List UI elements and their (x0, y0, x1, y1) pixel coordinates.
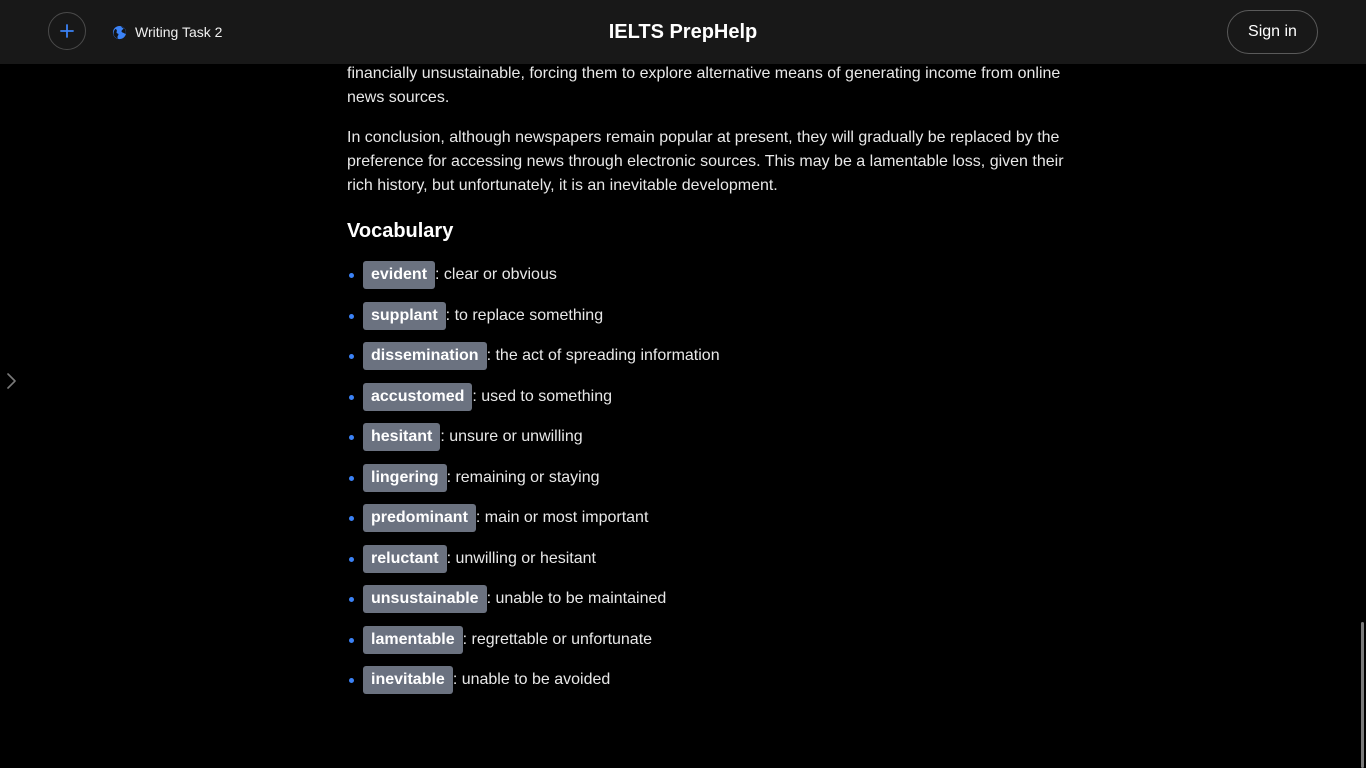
bullet-icon (349, 597, 354, 602)
bullet-icon (349, 435, 354, 440)
vocab-term: reluctant (363, 544, 447, 573)
vocab-item: predominant : main or most important (347, 504, 1072, 532)
bullet-icon (349, 394, 354, 400)
vocab-definition: : regrettable or unfortunate (462, 630, 653, 648)
paragraph-partial: financially unsustainable, forcing them … (347, 65, 1061, 106)
globe-icon (112, 25, 127, 39)
vocab-definition: : unwilling or hesitant (446, 549, 596, 567)
bullet-icon (349, 354, 354, 359)
vocab-item: lamentable : regrettable or unfortunate (347, 625, 1072, 654)
vocab-term: inevitable (363, 666, 453, 694)
vocab-item: lingering : remaining or staying (347, 463, 1072, 492)
task-label: Writing Task 2 (135, 24, 223, 40)
vocab-term: predominant (363, 504, 476, 532)
vocab-term: hesitant (363, 423, 441, 451)
bullet-icon (349, 516, 354, 521)
bullet-icon (349, 678, 354, 683)
vocab-term: accustomed (363, 382, 473, 411)
vocab-item: unsustainable : unable to be maintained (347, 585, 1072, 613)
vocab-definition: : clear or obvious (435, 266, 557, 283)
vocabulary-list: evident : clear or obvious supplant : to… (347, 261, 1072, 694)
bullet-icon (349, 313, 354, 319)
sidebar-toggle[interactable] (5, 372, 19, 390)
task-selector[interactable]: Writing Task 2 (112, 22, 222, 42)
vocab-definition: : unable to be maintained (486, 590, 667, 607)
vocab-definition: : unsure or unwilling (440, 428, 583, 445)
vocab-item: dissemination : the act of spreading inf… (347, 342, 1072, 370)
bullet-icon (349, 556, 354, 562)
new-button[interactable] (48, 12, 86, 50)
vocab-term: lingering (363, 463, 447, 492)
chevron-right-icon (7, 373, 16, 389)
bullet-icon (349, 273, 354, 278)
vocab-item: hesitant : unsure or unwilling (347, 423, 1072, 451)
vocab-term: evident (363, 261, 436, 289)
scrollbar-thumb[interactable] (1361, 622, 1364, 768)
vocabulary-heading: Vocabulary (347, 220, 454, 242)
vocab-term: dissemination (363, 342, 487, 370)
plus-icon (60, 24, 74, 38)
vocab-item: reluctant : unwilling or hesitant (347, 544, 1072, 573)
vocab-term: lamentable (363, 625, 463, 654)
vocab-definition: : remaining or staying (446, 468, 600, 486)
vocab-definition: : the act of spreading information (486, 347, 720, 364)
bullet-icon (349, 475, 354, 481)
vocab-definition: : to replace something (445, 306, 604, 324)
article-content: financially unsustainable, forcing them … (347, 62, 1072, 707)
vocab-item: supplant : to replace something (347, 301, 1072, 330)
vocab-definition: : used to something (472, 387, 613, 405)
vocab-definition: : main or most important (475, 509, 649, 526)
vocab-term: supplant (363, 301, 446, 330)
conclusion-paragraph: In conclusion, although newspapers remai… (347, 129, 1064, 194)
vocab-definition: : unable to be avoided (452, 671, 611, 688)
vocab-term: unsustainable (363, 585, 487, 613)
bullet-icon (349, 637, 354, 643)
vocab-item: evident : clear or obvious (347, 261, 1072, 289)
top-bar: Writing Task 2 IELTS PrepHelp Sign in (0, 0, 1366, 64)
vocab-item: inevitable : unable to be avoided (347, 666, 1072, 694)
sign-in-button[interactable]: Sign in (1227, 10, 1318, 54)
vocab-item: accustomed : used to something (347, 382, 1072, 411)
